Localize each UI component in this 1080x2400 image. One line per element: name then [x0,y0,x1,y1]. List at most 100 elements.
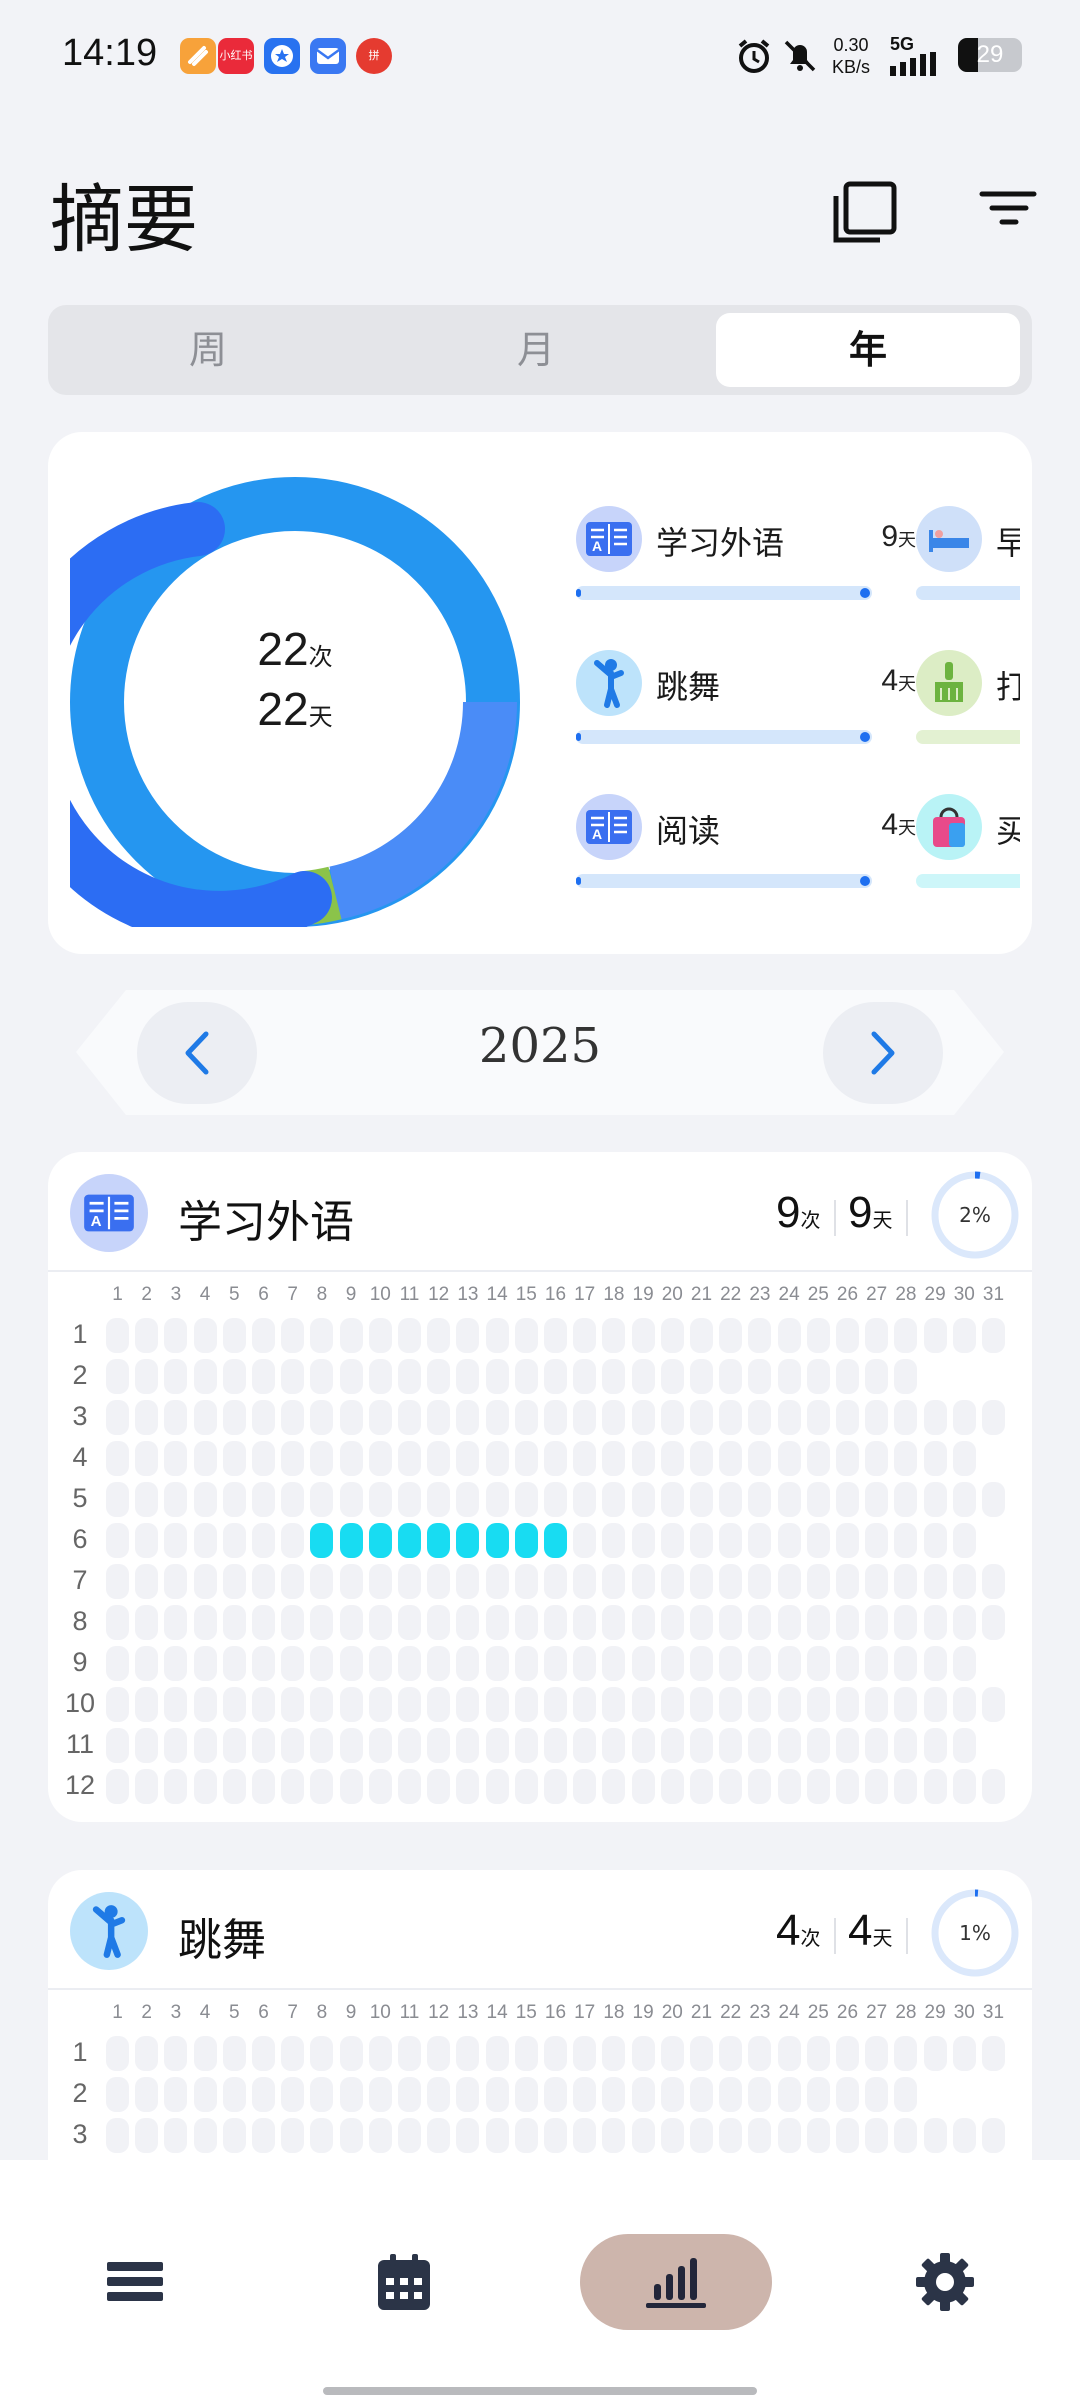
grid-day-cell[interactable] [252,1482,275,1517]
grid-day-cell[interactable] [719,1605,743,1640]
grid-day-cell[interactable] [398,1769,421,1804]
grid-day-cell[interactable] [806,1400,830,1435]
grid-day-cell[interactable] [719,1318,743,1353]
grid-day-cell[interactable] [164,2036,188,2071]
grid-day-cell[interactable] [923,1318,947,1353]
grid-day-cell[interactable] [310,1605,334,1640]
grid-day-cell[interactable] [456,2118,480,2153]
grid-day-cell[interactable] [106,1564,129,1599]
grid-day-cell[interactable] [106,1318,129,1353]
grid-day-cell[interactable] [310,2036,334,2071]
grid-day-cell[interactable] [865,1564,889,1599]
grid-day-cell[interactable] [573,1318,597,1353]
grid-day-cell[interactable] [427,1482,451,1517]
grid-day-cell[interactable] [806,1359,830,1394]
grid-day-cell[interactable] [164,1359,188,1394]
grid-day-cell[interactable] [777,1359,801,1394]
grid-day-cell[interactable] [631,1728,655,1763]
grid-day-cell[interactable] [631,1482,655,1517]
grid-day-cell[interactable] [544,1441,567,1476]
grid-day-cell[interactable] [690,1728,713,1763]
copy-view-button[interactable] [830,178,900,248]
grid-day-cell[interactable] [193,1359,217,1394]
grid-day-cell[interactable] [777,1769,801,1804]
grid-day-cell[interactable] [836,2118,859,2153]
grid-day-cell[interactable] [865,1318,889,1353]
summary-habit-item[interactable]: A 阅读 4天 [576,794,916,904]
grid-day-cell[interactable] [193,2118,217,2153]
grid-day-cell[interactable] [660,2036,684,2071]
grid-day-cell[interactable] [544,1523,567,1558]
grid-day-cell[interactable] [281,1605,305,1640]
grid-day-cell[interactable] [602,1728,626,1763]
grid-day-cell[interactable] [339,1564,363,1599]
grid-day-cell[interactable] [602,1318,626,1353]
grid-day-cell[interactable] [865,1769,889,1804]
grid-day-cell[interactable] [660,1359,684,1394]
grid-day-cell[interactable] [544,1400,567,1435]
grid-day-cell[interactable] [427,1318,451,1353]
grid-day-cell[interactable] [339,1318,363,1353]
grid-day-cell[interactable] [281,1318,305,1353]
grid-day-cell[interactable] [514,1400,538,1435]
grid-day-cell[interactable] [135,1769,159,1804]
tab-week[interactable]: 周 [56,313,360,387]
grid-day-cell[interactable] [398,2036,421,2071]
grid-day-cell[interactable] [427,1605,451,1640]
grid-day-cell[interactable] [777,1523,801,1558]
grid-day-cell[interactable] [368,1400,392,1435]
grid-day-cell[interactable] [252,1359,275,1394]
grid-day-cell[interactable] [193,1318,217,1353]
grid-day-cell[interactable] [310,1769,334,1804]
grid-day-cell[interactable] [514,1687,538,1722]
grid-day-cell[interactable] [252,2118,275,2153]
grid-day-cell[interactable] [368,1769,392,1804]
grid-day-cell[interactable] [982,1564,1005,1599]
grid-day-cell[interactable] [368,1441,392,1476]
grid-day-cell[interactable] [719,1728,743,1763]
grid-day-cell[interactable] [252,1441,275,1476]
grid-day-cell[interactable] [398,1646,421,1681]
grid-day-cell[interactable] [544,2036,567,2071]
grid-day-cell[interactable] [398,1318,421,1353]
grid-day-cell[interactable] [544,1318,567,1353]
grid-day-cell[interactable] [690,1441,713,1476]
grid-day-cell[interactable] [281,2036,305,2071]
grid-day-cell[interactable] [281,1441,305,1476]
grid-day-cell[interactable] [952,1646,976,1681]
grid-day-cell[interactable] [806,1441,830,1476]
grid-day-cell[interactable] [836,1441,859,1476]
grid-day-cell[interactable] [456,1646,480,1681]
grid-day-cell[interactable] [836,1482,859,1517]
grid-day-cell[interactable] [952,2118,976,2153]
grid-day-cell[interactable] [544,1482,567,1517]
grid-day-cell[interactable] [660,1482,684,1517]
grid-day-cell[interactable] [193,1728,217,1763]
grid-day-cell[interactable] [660,1728,684,1763]
grid-day-cell[interactable] [339,1605,363,1640]
grid-day-cell[interactable] [368,2036,392,2071]
grid-day-cell[interactable] [894,1400,918,1435]
grid-day-cell[interactable] [836,1564,859,1599]
grid-day-cell[interactable] [398,1400,421,1435]
grid-day-cell[interactable] [865,1482,889,1517]
grid-day-cell[interactable] [573,1687,597,1722]
grid-day-cell[interactable] [690,1523,713,1558]
grid-day-cell[interactable] [427,1728,451,1763]
grid-day-cell[interactable] [865,1523,889,1558]
grid-day-cell[interactable] [106,2077,129,2112]
grid-day-cell[interactable] [544,2118,567,2153]
grid-day-cell[interactable] [748,1646,772,1681]
grid-day-cell[interactable] [485,1441,509,1476]
grid-day-cell[interactable] [456,2077,480,2112]
grid-day-cell[interactable] [456,1564,480,1599]
grid-day-cell[interactable] [573,1605,597,1640]
grid-day-cell[interactable] [135,1318,159,1353]
grid-day-cell[interactable] [106,1605,129,1640]
grid-day-cell[interactable] [894,2036,918,2071]
grid-day-cell[interactable] [252,1523,275,1558]
grid-day-cell[interactable] [106,1523,129,1558]
grid-day-cell[interactable] [368,1318,392,1353]
grid-day-cell[interactable] [164,1523,188,1558]
grid-day-cell[interactable] [135,1359,159,1394]
